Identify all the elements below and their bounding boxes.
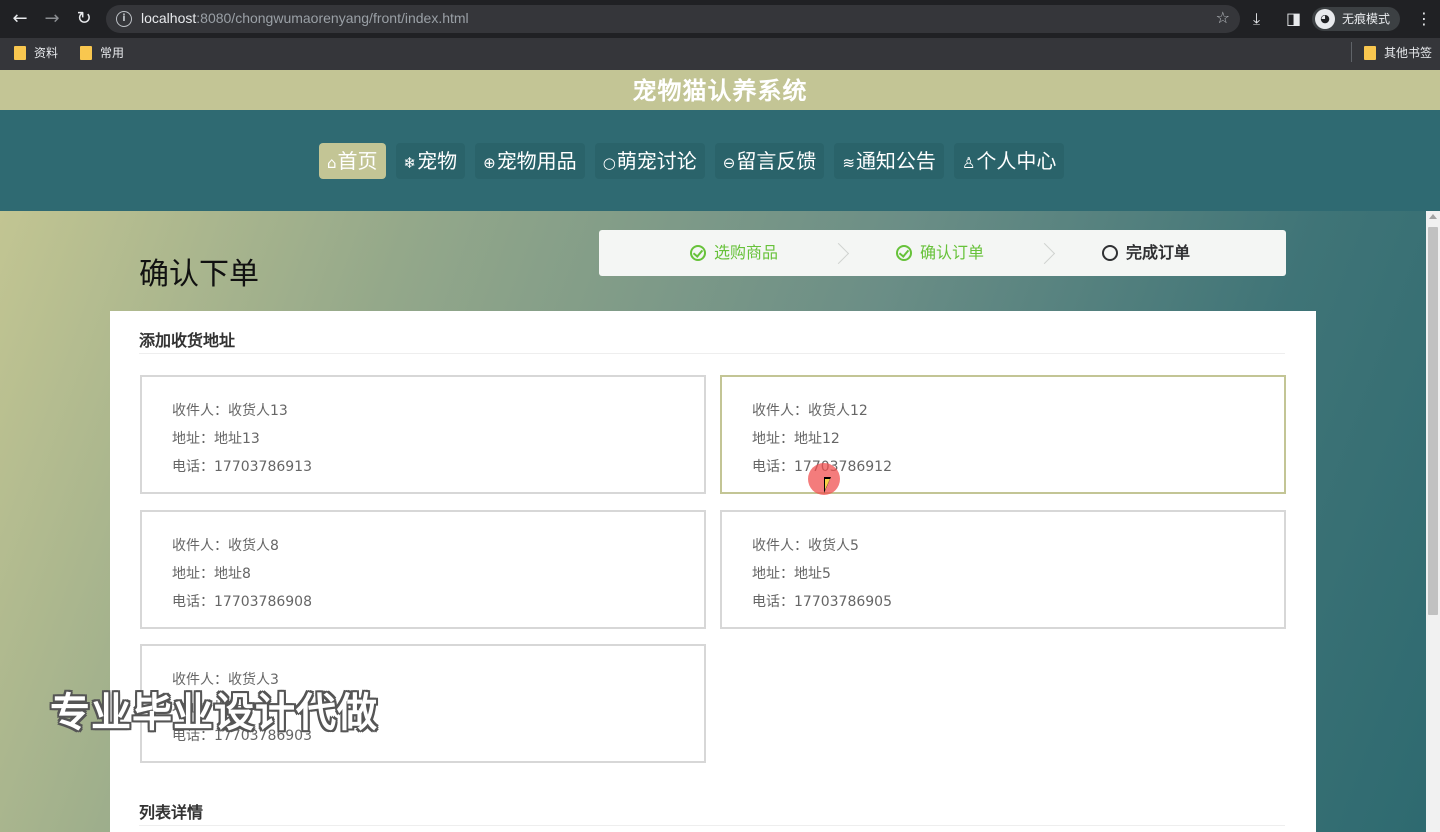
address-phone: 电话：17703786905 (752, 594, 892, 610)
step-label: 选购商品 (714, 243, 779, 262)
step-confirm-order: 确认订单 (896, 243, 984, 263)
address-receiver: 收件人：收货人12 (752, 403, 868, 419)
nav-menu: ⌂首页 ❄宠物 ⊕宠物用品 ○萌宠讨论 ⊖留言反馈 ≋通知公告 ♙个人中心 (319, 143, 1065, 179)
address-phone: 电话：17703786913 (172, 459, 312, 475)
address-card[interactable]: 收件人：收货人8 地址：地址8 电话：17703786908 (140, 510, 706, 629)
folder-icon (80, 46, 92, 60)
bookmarks-bar: 资料 常用 其他书签 (0, 38, 1440, 70)
nav-label: 宠物用品 (496, 149, 577, 173)
url-path: :8080/chongwumaorenyang/front/index.html (196, 10, 469, 26)
step-label: 完成订单 (1126, 243, 1191, 262)
nav-label: 宠物 (417, 149, 458, 173)
address-detail: 地址：地址8 (172, 566, 251, 582)
address-bar[interactable]: i localhost:8080/chongwumaorenyang/front… (106, 5, 1240, 33)
nav-label: 留言反馈 (736, 149, 817, 173)
bookmark-star-icon[interactable]: ☆ (1216, 8, 1230, 27)
main-nav: ⌂首页 ❄宠物 ⊕宠物用品 ○萌宠讨论 ⊖留言反馈 ≋通知公告 ♙个人中心 (0, 110, 1440, 211)
mouse-cursor-icon (824, 477, 831, 493)
nav-label: 个人中心 (976, 149, 1057, 173)
bookmark-label: 常用 (100, 46, 125, 60)
scroll-up-arrow-icon[interactable] (1429, 214, 1437, 219)
nav-item-0[interactable]: ⌂首页 (319, 143, 386, 179)
incognito-icon: ◕ (1315, 9, 1335, 29)
browser-toolbar: ← → ↻ i localhost:8080/chongwumaorenyang… (0, 0, 1440, 38)
page-title: 确认下单 (139, 257, 259, 292)
more-menu-icon[interactable]: ⋮ (1416, 9, 1432, 28)
bookmark-folder[interactable]: 资料 (12, 45, 58, 61)
nav-label: 首页 (337, 149, 378, 173)
address-receiver: 收件人：收货人8 (172, 538, 279, 554)
nav-icon: ⊖ (722, 154, 736, 172)
bookmark-label: 其他书签 (1384, 46, 1433, 60)
address-card[interactable]: 收件人：收货人13 地址：地址13 电话：17703786913 (140, 375, 706, 494)
nav-item-5[interactable]: ≋通知公告 (834, 143, 944, 179)
step-select-goods: 选购商品 (690, 243, 778, 263)
nav-label: 萌宠讨论 (616, 149, 697, 173)
page-scrollbar[interactable] (1426, 211, 1440, 832)
download-icon[interactable]: ⤓ (1253, 9, 1260, 29)
order-panel: 添加收货地址 收件人：收货人13 地址：地址13 电话：17703786913 … (110, 311, 1316, 832)
bookmark-folder[interactable]: 常用 (78, 45, 124, 61)
step-label: 确认订单 (920, 243, 985, 262)
circle-icon (1102, 245, 1118, 261)
url-text[interactable]: localhost:8080/chongwumaorenyang/front/i… (141, 10, 469, 26)
folder-icon (1364, 46, 1376, 60)
back-arrow-icon[interactable]: ← (8, 7, 32, 31)
incognito-badge[interactable]: ◕ 无痕模式 (1312, 7, 1401, 31)
watermark-text: 专业毕业设计代做 (50, 690, 378, 736)
chevron-right-icon (835, 242, 849, 264)
address-detail: 地址：地址13 (172, 431, 260, 447)
bookmarks-divider (1351, 42, 1352, 62)
nav-icon: ○ (602, 154, 616, 172)
nav-item-2[interactable]: ⊕宠物用品 (475, 143, 585, 179)
url-host: localhost (141, 10, 197, 26)
bookmark-label: 资料 (34, 46, 59, 60)
address-receiver: 收件人：收货人13 (172, 403, 288, 419)
scrollbar-thumb[interactable] (1428, 227, 1438, 615)
nav-icon: ♙ (961, 154, 976, 172)
list-section-title: 列表详情 (139, 803, 204, 822)
chevron-right-icon (1041, 242, 1055, 264)
nav-item-3[interactable]: ○萌宠讨论 (594, 143, 705, 179)
divider (139, 825, 1285, 826)
address-receiver: 收件人：收货人5 (752, 538, 859, 554)
folder-icon (14, 46, 26, 60)
address-card[interactable]: 收件人：收货人5 地址：地址5 电话：17703786905 (720, 510, 1286, 629)
site-header: 宠物猫认养系统 (0, 70, 1440, 110)
incognito-label: 无痕模式 (1342, 12, 1391, 26)
nav-item-1[interactable]: ❄宠物 (395, 143, 466, 179)
nav-item-6[interactable]: ♙个人中心 (953, 143, 1065, 179)
nav-icon: ≋ (842, 154, 855, 172)
address-section-title: 添加收货地址 (139, 331, 236, 350)
nav-icon: ⌂ (327, 154, 337, 172)
forward-arrow-icon[interactable]: → (40, 7, 64, 31)
check-circle-icon (896, 245, 912, 261)
address-phone: 电话：17703786908 (172, 594, 312, 610)
nav-icon: ❄ (403, 154, 417, 172)
nav-item-4[interactable]: ⊖留言反馈 (714, 143, 825, 179)
divider (139, 353, 1285, 354)
address-detail: 地址：地址5 (752, 566, 831, 582)
reload-icon[interactable]: ↻ (72, 7, 96, 31)
check-circle-icon (690, 245, 706, 261)
step-complete-order: 完成订单 (1102, 243, 1190, 263)
address-detail: 地址：地址12 (752, 431, 840, 447)
address-card-selected[interactable]: 收件人：收货人12 地址：地址12 电话：17703786912 (720, 375, 1286, 494)
site-title: 宠物猫认养系统 (632, 77, 808, 105)
nav-icon: ⊕ (483, 154, 496, 172)
sidepanel-icon[interactable]: ◨ (1286, 9, 1301, 28)
order-steps: 选购商品 确认订单 完成订单 (599, 230, 1286, 276)
site-info-icon[interactable]: i (116, 11, 132, 27)
nav-label: 通知公告 (855, 149, 936, 173)
other-bookmarks-folder[interactable]: 其他书签 (1362, 45, 1432, 61)
